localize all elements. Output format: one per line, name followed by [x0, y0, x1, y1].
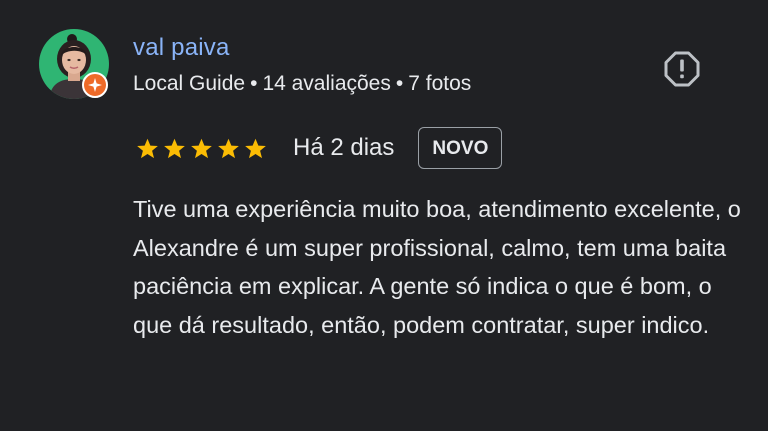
star-icon [191, 138, 212, 158]
author-meta: Local Guide • 14 avaliações • 7 fotos [133, 70, 471, 98]
local-guide-badge [82, 72, 108, 98]
star-icon [137, 138, 158, 158]
review-text: Tive uma experiência muito boa, atendime… [133, 196, 741, 338]
local-guide-star-icon [88, 78, 102, 92]
review-date: Há 2 dias [293, 134, 395, 161]
local-guide-label: Local Guide [133, 72, 246, 95]
star-icon [245, 138, 266, 158]
photos-count: 7 fotos [408, 72, 472, 95]
report-button[interactable] [663, 50, 701, 88]
author-name[interactable]: val paiva [133, 33, 230, 63]
star-icon [164, 138, 185, 158]
star-icon [218, 138, 239, 158]
rating-row: Há 2 dias NOVO [136, 125, 503, 171]
separator-dot: • [250, 72, 258, 95]
new-badge: NOVO [418, 127, 503, 169]
review-card: val paiva Local Guide • 14 avaliações • 7 fo… [0, 0, 768, 431]
separator-dot: • [395, 72, 404, 95]
reviews-count: 14 avaliações [262, 72, 391, 95]
avatar-container[interactable] [39, 29, 109, 99]
rating-stars [136, 137, 267, 160]
report-octagon-icon [664, 51, 700, 87]
